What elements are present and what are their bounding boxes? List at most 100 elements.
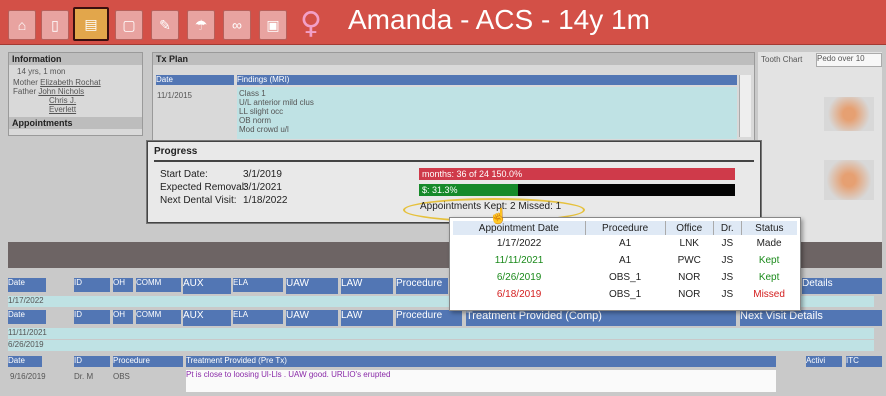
next-dental-visit-label: Next Dental Visit: — [160, 195, 237, 206]
mother-link[interactable]: Elizabeth Rochat — [40, 78, 100, 87]
tx-plan-date-header: Date — [156, 75, 234, 85]
table-row[interactable]: 11/11/2021 A1 PWC JS Kept — [453, 252, 797, 269]
table-row[interactable]: 1/17/2022 A1 LNK JS Made — [453, 235, 797, 252]
grid-header: COMM — [136, 310, 181, 324]
appointment-office: PWC — [677, 255, 701, 266]
table-row[interactable]: 6/26/2019 OBS_1 NOR JS Kept — [453, 269, 797, 286]
grid-header: COMM — [136, 278, 181, 292]
grid-header: ITC — [846, 356, 882, 367]
grid-header: Procedure — [396, 310, 462, 326]
dollars-progress-label: $: 31.3% — [422, 185, 458, 195]
column-procedure: Procedure — [585, 221, 666, 235]
table-row[interactable]: 6/18/2019 OBS_1 NOR JS Missed — [453, 286, 797, 303]
appointment-dr: JS — [721, 238, 734, 249]
appointment-status: Missed — [753, 289, 785, 300]
tooth-chart-panel: Tooth Chart Pedo over 10 — [758, 52, 882, 242]
column-dr: Dr. — [713, 221, 742, 235]
grid-header: Next Visit Details — [740, 310, 882, 326]
ortho-chart-icon[interactable]: ▤ — [73, 7, 109, 41]
column-status: Status — [741, 221, 797, 235]
hand-cursor-icon: ☝ — [489, 208, 508, 225]
grid-row[interactable]: 6/26/2019 — [8, 340, 874, 351]
money-icon[interactable]: ▣ — [259, 10, 287, 40]
appointment-office: NOR — [678, 272, 701, 283]
appointment-dr: JS — [721, 255, 734, 266]
mother-label: Mother — [13, 78, 38, 87]
tx-plan-date: 11/1/2015 — [157, 91, 192, 100]
appointment-status: Kept — [758, 255, 780, 266]
tx-plan-scrollbar[interactable] — [739, 75, 751, 137]
appointment-office: LNK — [679, 238, 699, 249]
appointment-procedure: OBS_1 — [608, 272, 642, 283]
grid-header: OH — [113, 278, 133, 292]
grid-header: Treatment Provided (Pre Tx) — [186, 356, 776, 367]
appointment-dr: JS — [721, 272, 734, 283]
appointment-procedure: A1 — [619, 238, 632, 249]
appointment-date: 1/17/2022 — [496, 238, 542, 249]
grid-header: Date — [8, 310, 46, 324]
appointments-header: Appointments — [9, 117, 142, 129]
tooth-image[interactable] — [824, 160, 874, 200]
dollars-progress-bar: $: 31.3% — [419, 184, 735, 196]
grid-cell: 9/16/2019 — [10, 372, 46, 381]
father-link[interactable]: John Nichols — [38, 87, 84, 96]
home-icon[interactable]: ⌂ — [8, 10, 36, 40]
father-label: Father — [13, 87, 37, 96]
grid-header: LAW — [341, 310, 393, 326]
column-appointment-date: Appointment Date — [453, 221, 586, 235]
expected-removal-value: 3/1/2021 — [243, 182, 282, 193]
next-dental-visit-value: 1/18/2022 — [243, 195, 288, 206]
tx-plan-findings-header: Findings (MRI) — [237, 75, 737, 85]
appointment-date: 6/18/2019 — [496, 289, 542, 300]
appointments-popup: Appointment Date Procedure Office Dr. St… — [449, 217, 801, 311]
appointment-status: Kept — [758, 272, 780, 283]
document-icon[interactable]: ▯ — [41, 10, 69, 40]
other-contact-link[interactable]: Chris J. Everlett — [49, 96, 76, 114]
grid-header: Treatment Provided (Comp) — [466, 310, 736, 326]
appointment-date: 11/11/2021 — [494, 255, 544, 266]
grid-row[interactable]: 11/11/2021 — [8, 328, 874, 339]
grid-header: AUX — [183, 278, 231, 294]
treatment-note[interactable]: Pt is close to loosing Ul-Lls . UAW good… — [186, 370, 776, 392]
appointment-date: 6/26/2019 — [496, 272, 542, 283]
appointments-table: Appointment Date Procedure Office Dr. St… — [453, 221, 797, 303]
grid-header: ELA — [233, 310, 283, 324]
tx-plan-header: Tx Plan — [153, 53, 754, 65]
grid-header: Details — [802, 278, 882, 294]
female-icon: ♀ — [300, 6, 322, 41]
appointment-procedure: A1 — [619, 255, 632, 266]
grid-header: AUX — [183, 310, 231, 326]
progress-title: Progress — [154, 146, 754, 162]
tooth-image[interactable] — [824, 97, 874, 131]
start-date-label: Start Date: — [160, 169, 208, 180]
grid-header: UAW — [286, 278, 338, 294]
patient-header-bar: ⌂ ▯ ▤ ▢ ✎ ☂ ∞ ▣ ♀ Amanda - ACS - 14y 1m — [0, 0, 886, 45]
link-icon[interactable]: ∞ — [223, 10, 251, 40]
appointment-procedure: OBS_1 — [608, 289, 642, 300]
information-header: Information — [9, 53, 142, 65]
tx-plan-findings: Class 1 U/L anterior mild clus LL slight… — [237, 87, 737, 139]
months-progress-bar: months: 36 of 24 150.0% — [419, 168, 735, 180]
grid-header: UAW — [286, 310, 338, 326]
column-office: Office — [665, 221, 714, 235]
grid-cell: OBS — [113, 372, 130, 381]
progress-panel: Progress Start Date: 3/1/2019 Expected R… — [147, 141, 761, 223]
form-icon[interactable]: ▢ — [115, 10, 143, 40]
grid-header: Activi — [806, 356, 842, 367]
grid-header: Date — [8, 278, 46, 292]
tooth-chart-select[interactable]: Pedo over 10 — [816, 53, 882, 67]
tx-plan-panel: Tx Plan Date Findings (MRI) 11/1/2015 Cl… — [152, 52, 755, 142]
expected-removal-label: Expected Removal: — [160, 182, 247, 193]
grid-header: Date — [8, 356, 42, 367]
grid-header: Procedure — [113, 356, 183, 367]
tools-icon[interactable]: ✎ — [151, 10, 179, 40]
grid-header: ID — [74, 310, 110, 324]
tooth-chart-label: Tooth Chart — [761, 55, 803, 64]
patient-title: Amanda - ACS - 14y 1m — [348, 4, 650, 35]
patient-age: 14 yrs, 1 mon — [17, 67, 66, 76]
grid-header: OH — [113, 310, 133, 324]
grid-header: ID — [74, 356, 110, 367]
grid-header: LAW — [341, 278, 393, 294]
grid-cell: Dr. M — [74, 372, 94, 381]
umbrella-icon[interactable]: ☂ — [187, 10, 215, 40]
